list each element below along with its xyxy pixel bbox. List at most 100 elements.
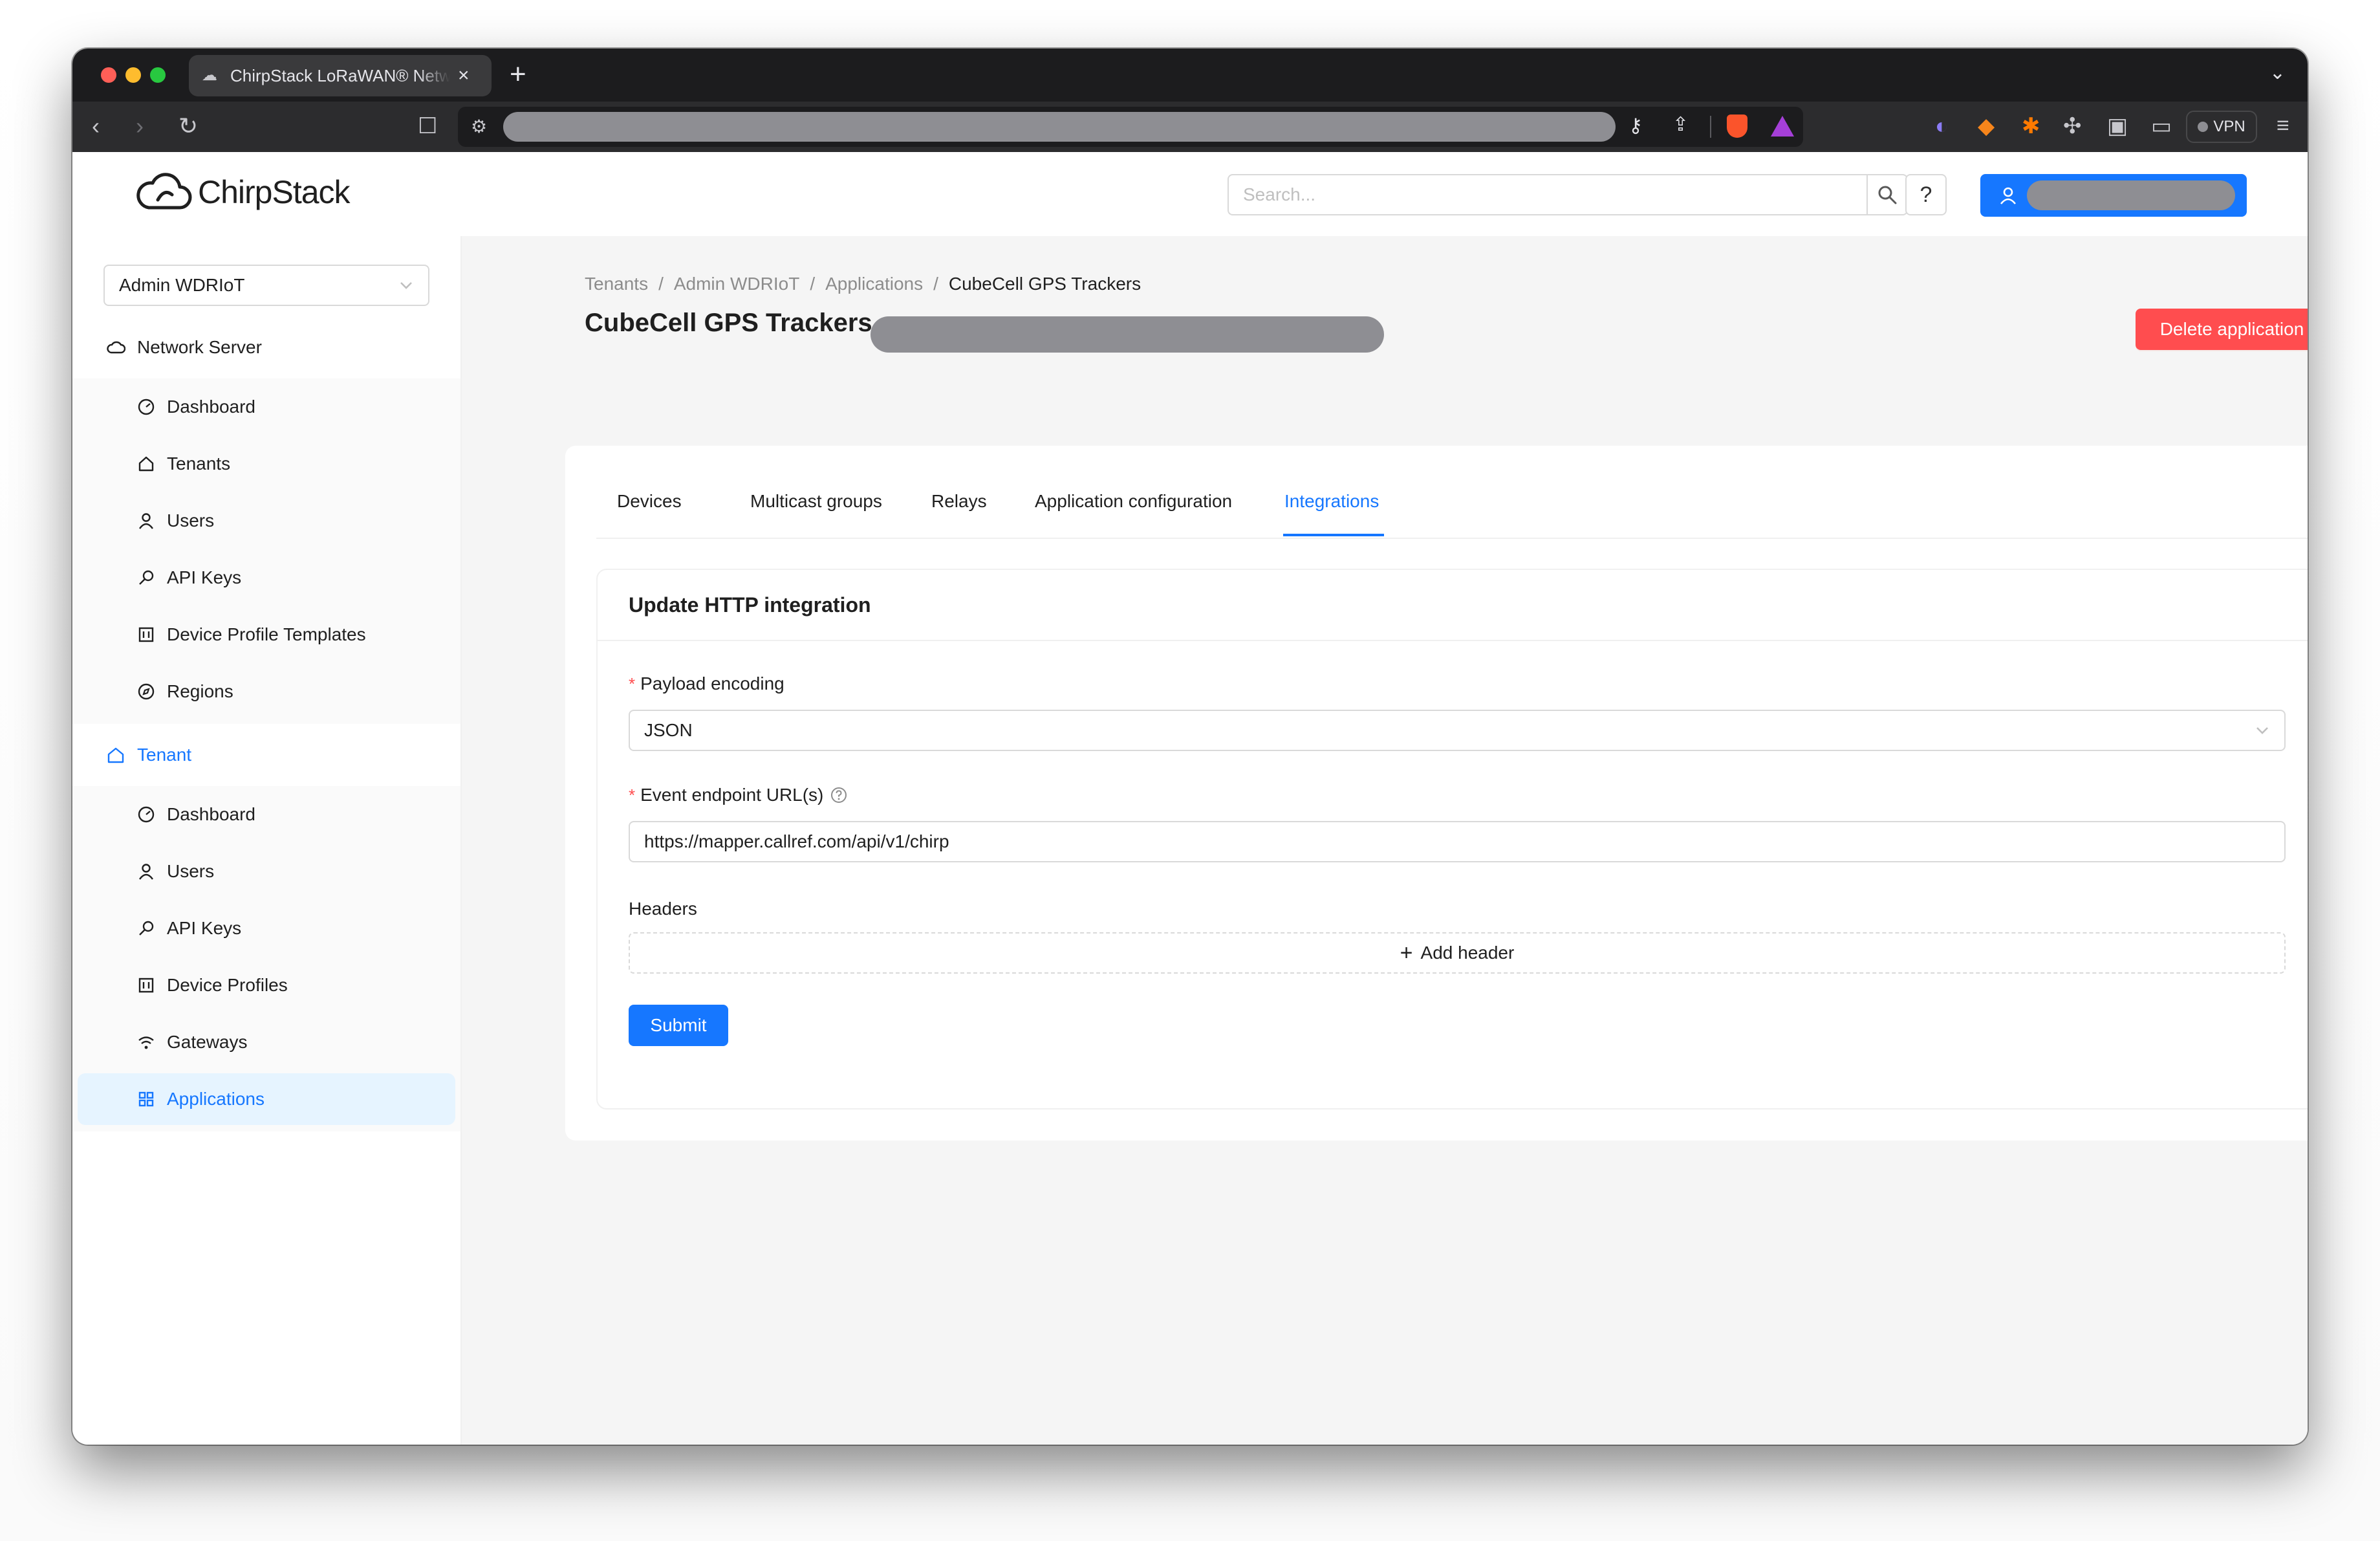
sidebar-item-gateways[interactable]: Gateways [78,1016,455,1068]
share-icon[interactable]: ⇪ [1672,113,1689,136]
redacted-application-id [871,316,1384,353]
redacted-username [2027,180,2235,210]
sidebar-item-tenant-dashboard[interactable]: Dashboard [78,789,455,840]
payload-encoding-label-text: Payload encoding [640,673,784,694]
sidebar-item-regions[interactable]: Regions [78,666,455,717]
close-tab-icon[interactable]: × [458,65,470,87]
sidebar-item-label: Regions [167,681,233,701]
app-header: ChirpStack ? [72,152,2308,236]
tab-multicast-groups[interactable]: Multicast groups [750,491,882,512]
menu-group-tenant[interactable]: Tenant [72,724,460,786]
breadcrumb-applications[interactable]: Applications [825,274,923,294]
brave-rewards-icon[interactable] [1771,116,1794,137]
active-tab-indicator [1283,534,1384,536]
sidebar-item-ns-api-keys[interactable]: API Keys [78,552,455,604]
address-bar-divider [1710,116,1711,138]
close-window-button[interactable] [101,67,116,83]
page-title: CubeCell GPS Trackers [585,309,872,337]
chevron-down-icon[interactable]: ⌄ [2269,61,2286,84]
required-marker: * [629,785,636,805]
delete-application-button[interactable]: Delete application [2136,309,2308,350]
tenant-submenu: Dashboard Users API Keys Device Profiles… [72,786,460,1131]
sidebar-item-label: API Keys [167,918,242,938]
minimize-window-button[interactable] [125,67,141,83]
tab-application-configuration[interactable]: Application configuration [1035,491,1232,512]
dashboard-icon [138,399,155,415]
sidebar-item-tenant-users[interactable]: Users [78,846,455,897]
home-icon [138,456,154,472]
zoom-window-button[interactable] [150,67,166,83]
help-button[interactable]: ? [1905,174,1947,215]
global-search [1228,174,1908,215]
tab-integrations[interactable]: Integrations [1284,491,1379,512]
hamburger-menu-icon[interactable]: ≡ [2277,113,2289,138]
sidebar-item-label: Tenants [167,454,231,474]
user-icon [139,864,153,880]
form-title: Update HTTP integration [598,570,2308,641]
add-header-label: Add header [1420,943,1515,963]
profile-template-icon [138,978,154,993]
breadcrumb-tenants[interactable]: Tenants [585,274,648,294]
search-button[interactable] [1866,174,1908,215]
tenant-select-value: Admin WDRIoT [119,275,245,295]
help-label: ? [1920,182,1932,207]
sidebar-item-label: Device Profiles [167,975,288,995]
payload-encoding-select[interactable]: JSON [629,710,2286,751]
bookmark-icon[interactable]: ☐ [418,113,437,139]
sidebar: Admin WDRIoT Network Server Dashboard Te… [72,236,462,1445]
sidebar-toggle-icon[interactable]: ▣ [2107,113,2128,139]
sidebar-item-label: Applications [167,1089,265,1109]
new-tab-icon[interactable]: + [510,58,526,91]
search-input[interactable] [1228,174,1866,215]
tab-devices[interactable]: Devices [617,491,682,512]
sidebar-item-device-profile-templates[interactable]: Device Profile Templates [78,609,455,661]
tenant-select[interactable]: Admin WDRIoT [103,265,429,306]
address-bar[interactable]: ⚙ ⚷ ⇪ [458,107,1803,147]
cloud-logo-icon [136,173,192,210]
sidebar-item-device-profiles[interactable]: Device Profiles [78,959,455,1011]
vpn-label: VPN [2213,118,2245,135]
browser-tab-title: ChirpStack LoRaWAN® Network Server [230,65,450,85]
application-card: Devices Multicast groups Relays Applicat… [565,446,2308,1141]
extensions-puzzle-icon[interactable]: ✣ [2063,113,2082,139]
redacted-url [503,112,1616,142]
question-circle-icon[interactable] [830,786,848,804]
breadcrumb-tenant[interactable]: Admin WDRIoT [674,274,799,294]
headers-label: Headers [629,899,697,919]
browser-toolbar: ‹ › ↻ ☐ ⚙ ⚷ ⇪ ◐ ◆ ✱ ✣ ▣ ▭ VPN ≡ [72,102,2308,153]
dashboard-icon [138,806,155,823]
browser-tab[interactable]: ☁ ChirpStack LoRaWAN® Network Server × [189,55,492,96]
profile-template-icon [138,627,154,642]
key-icon [139,921,154,935]
back-icon[interactable]: ‹ [92,113,100,139]
sidebar-item-tenants[interactable]: Tenants [78,438,455,490]
sidebar-item-applications[interactable]: Applications [78,1073,455,1125]
wallet-icon[interactable]: ▭ [2151,113,2172,139]
brave-shields-icon[interactable] [1727,115,1747,138]
extension-ghost-icon[interactable]: ◐ [1935,113,1949,139]
menu-group-network-server[interactable]: Network Server [72,316,460,378]
payload-encoding-label: * Payload encoding [629,673,784,694]
logo-text: ChirpStack [198,174,351,210]
forward-icon[interactable]: › [136,113,144,139]
key-icon[interactable]: ⚷ [1628,115,1643,137]
chirpstack-logo[interactable]: ChirpStack [135,169,351,215]
cloud-favicon-icon: ☁ [202,67,217,84]
vpn-button[interactable]: VPN [2186,111,2257,143]
extension-spark-icon[interactable]: ✱ [2022,113,2040,139]
application-tabs: Devices Multicast groups Relays Applicat… [596,446,2308,539]
network-server-submenu: Dashboard Tenants Users API Keys Device … [72,378,460,724]
submit-button[interactable]: Submit [629,1005,728,1046]
user-menu-button[interactable] [1980,174,2247,217]
add-header-button[interactable]: + Add header [629,932,2286,974]
sidebar-item-ns-users[interactable]: Users [78,495,455,547]
extension-fox-icon[interactable]: ◆ [1978,113,1995,139]
tab-relays[interactable]: Relays [931,491,987,512]
sidebar-item-ns-dashboard[interactable]: Dashboard [78,381,455,433]
sidebar-item-tenant-api-keys[interactable]: API Keys [78,902,455,954]
reload-icon[interactable]: ↻ [178,113,198,139]
search-icon [1878,186,1897,204]
endpoint-url-input[interactable] [629,821,2286,862]
site-settings-icon[interactable]: ⚙ [471,116,487,137]
breadcrumb-separator: / [933,274,938,294]
